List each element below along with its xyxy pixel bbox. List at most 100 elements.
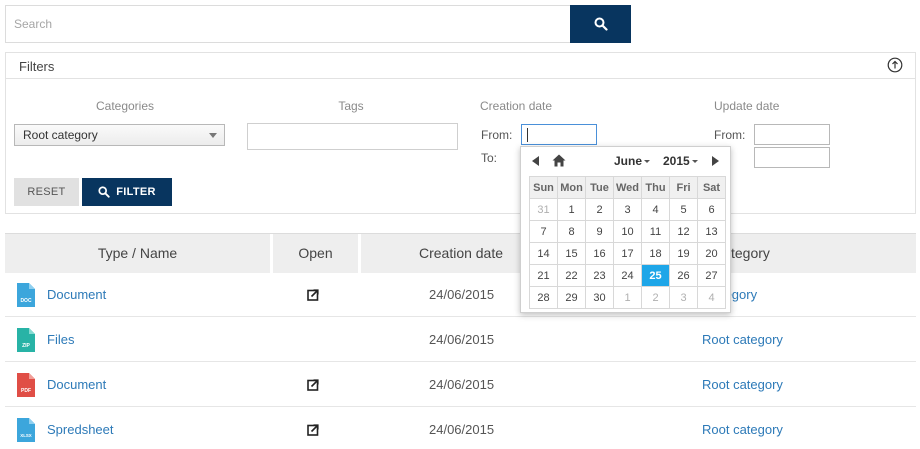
calendar-day[interactable]: 1: [614, 287, 641, 308]
calendar-day[interactable]: 3: [670, 287, 697, 308]
calendar-day[interactable]: 4: [642, 199, 669, 220]
creation-date-cell: 24/06/2015: [429, 377, 495, 392]
calendar-day[interactable]: 29: [558, 287, 585, 308]
category-link[interactable]: Root category: [702, 422, 783, 437]
calendar-day[interactable]: 12: [670, 221, 697, 242]
calendar-day[interactable]: 20: [698, 243, 725, 264]
categories-label: Categories: [95, 99, 155, 113]
home-icon[interactable]: [552, 154, 566, 167]
datepicker-popup: June 2015 Sun Mon Tue Wed Thu Fri Sat 31…: [520, 146, 731, 313]
calendar-day[interactable]: 11: [642, 221, 669, 242]
table-row: ZIP Files 24/06/2015 Root category: [5, 318, 916, 362]
calendar-day[interactable]: 17: [614, 243, 641, 264]
triangle-right-icon[interactable]: [712, 156, 719, 166]
calendar-day[interactable]: 7: [530, 221, 557, 242]
calendar-day[interactable]: 23: [586, 265, 613, 286]
tags-input[interactable]: [247, 123, 458, 150]
filter-button[interactable]: FILTER: [82, 178, 172, 206]
update-from-input[interactable]: [754, 124, 830, 145]
calendar-day[interactable]: 31: [530, 199, 557, 220]
weekday-label: Wed: [614, 177, 641, 198]
caret-down-icon: [691, 160, 698, 164]
calendar-day[interactable]: 5: [670, 199, 697, 220]
svg-text:ZIP: ZIP: [22, 343, 30, 349]
external-link-icon[interactable]: [307, 379, 319, 391]
external-link-icon[interactable]: [307, 289, 319, 301]
calendar-week: 14 15 16 17 18 19 20: [530, 243, 725, 264]
column-header-open: Open: [273, 234, 358, 273]
weekday-label: Tue: [586, 177, 613, 198]
reset-button[interactable]: RESET: [14, 178, 79, 206]
datepicker-month-select[interactable]: June: [614, 154, 651, 168]
calendar-day[interactable]: 26: [670, 265, 697, 286]
category-link[interactable]: Root category: [702, 332, 783, 347]
weekday-label: Sat: [698, 177, 725, 198]
creation-date-cell: 24/06/2015: [429, 332, 495, 347]
calendar-day[interactable]: 21: [530, 265, 557, 286]
calendar-day[interactable]: 15: [558, 243, 585, 264]
search-button[interactable]: [570, 5, 631, 43]
calendar-day[interactable]: 24: [614, 265, 641, 286]
zip-file-icon: ZIP: [17, 328, 35, 352]
calendar-day-selected[interactable]: 25: [642, 265, 669, 286]
external-link-icon[interactable]: [307, 424, 319, 436]
calendar-day[interactable]: 10: [614, 221, 641, 242]
category-link[interactable]: Root category: [702, 377, 783, 392]
calendar-day[interactable]: 22: [558, 265, 585, 286]
pdf-file-icon: PDF: [17, 373, 35, 397]
datepicker-month: June: [614, 154, 643, 168]
calendar-day[interactable]: 28: [530, 287, 557, 308]
calendar-day[interactable]: 4: [698, 287, 725, 308]
calendar-day[interactable]: 14: [530, 243, 557, 264]
filters-title: Filters: [19, 59, 55, 74]
tags-label: Tags: [338, 99, 364, 113]
search-icon: [98, 186, 110, 198]
weekday-row: Sun Mon Tue Wed Thu Fri Sat: [530, 177, 725, 198]
update-to-input[interactable]: [754, 147, 830, 168]
calendar-day[interactable]: 13: [698, 221, 725, 242]
search-bar: [5, 5, 631, 43]
calendar-day[interactable]: 27: [698, 265, 725, 286]
category-select[interactable]: Root category: [14, 124, 225, 146]
calendar-day[interactable]: 8: [558, 221, 585, 242]
document-name-link[interactable]: Files: [47, 332, 74, 347]
creation-from-input[interactable]: [521, 124, 597, 145]
calendar-week: 28 29 30 1 2 3 4: [530, 287, 725, 308]
calendar-week: 7 8 9 10 11 12 13: [530, 221, 725, 242]
calendar-day[interactable]: 2: [586, 199, 613, 220]
calendar-day[interactable]: 19: [670, 243, 697, 264]
table-row: DOC Document 24/06/2015 t category: [5, 273, 916, 317]
creation-date-cell: 24/06/2015: [429, 422, 495, 437]
creation-date-label: Creation date: [480, 99, 553, 113]
text-caret: [527, 128, 528, 142]
calendar-day[interactable]: 18: [642, 243, 669, 264]
datepicker-year-select[interactable]: 2015: [663, 154, 698, 168]
datepicker-header: June 2015: [521, 147, 730, 175]
column-header-type-name[interactable]: Type / Name: [5, 234, 270, 273]
calendar-day[interactable]: 30: [586, 287, 613, 308]
calendar-day[interactable]: 1: [558, 199, 585, 220]
search-input[interactable]: [6, 6, 571, 42]
document-name-link[interactable]: Document: [47, 377, 106, 392]
update-from-label: From:: [714, 128, 746, 142]
weekday-label: Thu: [642, 177, 669, 198]
document-name-link[interactable]: Document: [47, 287, 106, 302]
calendar-day[interactable]: 6: [698, 199, 725, 220]
weekday-label: Mon: [558, 177, 585, 198]
calendar-day[interactable]: 16: [586, 243, 613, 264]
filters-panel: Filters Categories Tags Creation date Up…: [5, 52, 916, 214]
chevron-down-icon: [209, 133, 217, 138]
creation-to-label: To:: [481, 151, 498, 165]
calendar-day[interactable]: 9: [586, 221, 613, 242]
category-select-value: Root category: [23, 128, 98, 142]
arrow-up-circle-icon[interactable]: [887, 57, 903, 73]
datepicker-calendar: Sun Mon Tue Wed Thu Fri Sat 31 1 2 3 4 5…: [529, 176, 726, 309]
filter-button-label: FILTER: [116, 186, 156, 198]
document-name-link[interactable]: Spredsheet: [47, 422, 114, 437]
calendar-day[interactable]: 2: [642, 287, 669, 308]
calendar-day[interactable]: 3: [614, 199, 641, 220]
triangle-left-icon[interactable]: [532, 156, 539, 166]
column-header-category-text: tegory: [731, 245, 770, 261]
weekday-label: Fri: [670, 177, 697, 198]
calendar-week: 21 22 23 24 25 26 27: [530, 265, 725, 286]
